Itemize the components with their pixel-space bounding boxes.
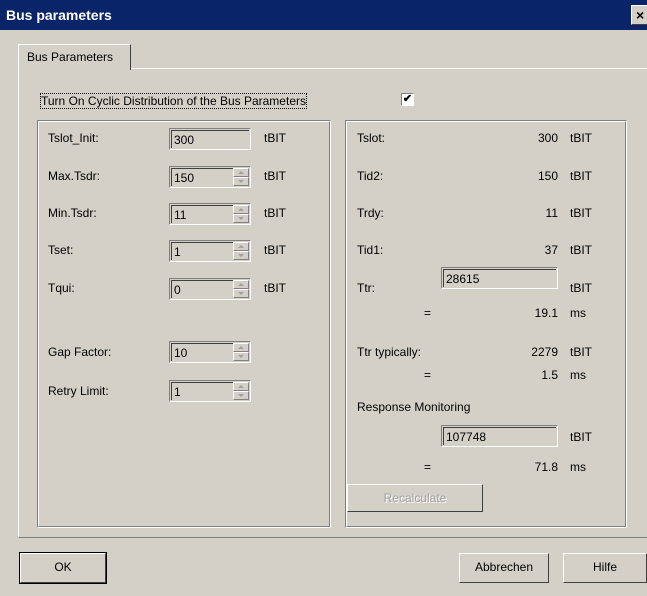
spin-up-icon[interactable] (233, 280, 249, 289)
trdy-label: Trdy: (357, 206, 384, 220)
ttr-field[interactable] (441, 267, 558, 289)
ok-label: OK (54, 560, 72, 574)
tslot-init-input[interactable] (171, 130, 249, 148)
ttr-label: Ttr: (357, 281, 375, 295)
help-button[interactable]: Hilfe (563, 553, 647, 583)
response-monitoring-ms-unit: ms (570, 460, 586, 474)
tab-label: Bus Parameters (27, 50, 114, 64)
ok-button[interactable]: OK (19, 552, 107, 584)
ttr-typically-equals: = (424, 368, 432, 382)
ttr-unit: tBIT (570, 281, 593, 295)
spin-down-icon[interactable] (233, 391, 249, 400)
spin-buttons[interactable] (233, 205, 249, 223)
ttr-input[interactable] (443, 269, 556, 287)
response-monitoring-label: Response Monitoring (357, 400, 471, 414)
spin-down-icon[interactable] (233, 352, 249, 361)
max-tsdr-stepper[interactable] (169, 166, 251, 188)
trdy-unit: tBIT (570, 206, 593, 220)
response-monitoring-equals: = (424, 460, 432, 474)
spin-up-icon[interactable] (233, 382, 249, 391)
tid1-unit: tBIT (570, 243, 593, 257)
cyclic-distribution-checkbox[interactable]: ✔ (401, 93, 414, 106)
spin-buttons[interactable] (233, 168, 249, 186)
tid1-label: Tid1: (357, 243, 384, 257)
spin-buttons[interactable] (233, 382, 249, 400)
spin-down-icon[interactable] (233, 214, 249, 223)
response-monitoring-field[interactable] (441, 425, 558, 447)
close-icon[interactable]: × (631, 5, 647, 25)
tslot-init-field[interactable] (169, 128, 251, 150)
tset-stepper[interactable] (169, 240, 251, 262)
ttr-typically-value: 2279 (531, 345, 558, 359)
trdy-value: 11 (545, 206, 558, 220)
ttr-typically-label: Ttr typically: (357, 345, 422, 359)
ttr-ms-unit: ms (570, 306, 586, 320)
tslot-label: Tslot: (357, 131, 386, 145)
retry-limit-label: Retry Limit: (48, 384, 109, 398)
ttr-typically-unit: tBIT (570, 345, 593, 359)
tslot-unit: tBIT (570, 131, 593, 145)
response-monitoring-unit: tBIT (570, 430, 593, 444)
window-title: Bus parameters (6, 7, 112, 23)
tid2-value: 150 (537, 169, 558, 183)
response-monitoring-ms-value: 71.8 (534, 460, 558, 474)
recalculate-button[interactable]: Recalculate (347, 484, 483, 512)
cyclic-distribution-label[interactable]: Turn On Cyclic Distribution of the Bus P… (40, 93, 307, 109)
help-label: Hilfe (592, 560, 617, 574)
max-tsdr-label: Max.Tsdr: (48, 169, 101, 183)
tset-label: Tset: (48, 243, 74, 257)
tab-bus-parameters[interactable]: Bus Parameters (18, 44, 131, 70)
spin-up-icon[interactable] (233, 242, 249, 251)
min-tsdr-unit: tBIT (264, 206, 287, 220)
min-tsdr-label: Min.Tsdr: (48, 206, 97, 220)
ttr-equals: = (424, 306, 432, 320)
max-tsdr-unit: tBIT (264, 169, 287, 183)
tslot-init-unit: tBIT (264, 131, 287, 145)
response-monitoring-input[interactable] (443, 427, 556, 445)
tid1-value: 37 (544, 243, 558, 257)
min-tsdr-stepper[interactable] (169, 203, 251, 225)
ttr-typically-ms-unit: ms (570, 368, 586, 382)
gap-factor-label: Gap Factor: (48, 345, 112, 359)
tslot-init-label: Tslot_Init: (48, 131, 99, 145)
title-bar[interactable]: Bus parameters × (0, 0, 647, 30)
ttr-typically-ms-value: 1.5 (541, 368, 558, 382)
tid2-label: Tid2: (357, 169, 384, 183)
cancel-button[interactable]: Abbrechen (459, 553, 549, 583)
spin-up-icon[interactable] (233, 205, 249, 214)
recalculate-label: Recalculate (383, 491, 447, 505)
ttr-ms-value: 19.1 (534, 306, 558, 320)
tslot-value: 300 (537, 131, 558, 145)
tset-unit: tBIT (264, 243, 287, 257)
spin-buttons[interactable] (233, 280, 249, 298)
tqui-stepper[interactable] (169, 278, 251, 300)
tqui-label: Tqui: (48, 281, 75, 295)
spin-buttons[interactable] (233, 343, 249, 361)
tid2-unit: tBIT (570, 169, 593, 183)
dialog-window: Bus parameters × Bus Parameters Turn On … (0, 0, 647, 596)
spin-down-icon[interactable] (233, 289, 249, 298)
spin-up-icon[interactable] (233, 168, 249, 177)
spin-down-icon[interactable] (233, 251, 249, 260)
spin-down-icon[interactable] (233, 177, 249, 186)
retry-limit-stepper[interactable] (169, 380, 251, 402)
cancel-label: Abbrechen (474, 560, 534, 574)
spin-up-icon[interactable] (233, 343, 249, 352)
gap-factor-stepper[interactable] (169, 341, 251, 363)
tqui-unit: tBIT (264, 281, 287, 295)
spin-buttons[interactable] (233, 242, 249, 260)
